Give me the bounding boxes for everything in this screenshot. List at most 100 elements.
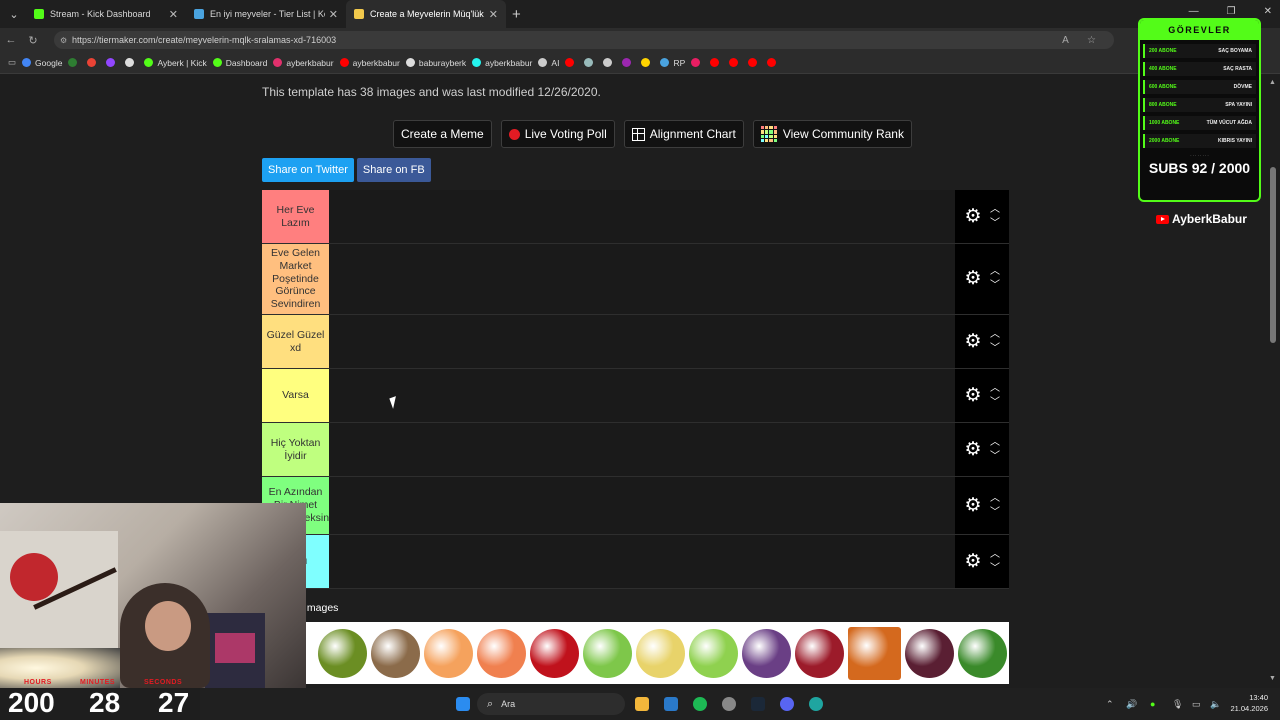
bookmark-item[interactable]: ayberkbabur — [273, 58, 334, 68]
scroll-down-icon[interactable]: ▼ — [1269, 675, 1276, 682]
community-rank-button[interactable]: View Community Rank — [752, 120, 912, 148]
display-icon[interactable]: ▭ — [1192, 699, 1201, 710]
clock[interactable]: 13:40 21.04.2026 — [1230, 692, 1268, 714]
close-icon[interactable]: ✕ — [329, 8, 338, 21]
tab-create-tier[interactable]: Create a Meyvelerin Müq'lük Sırala ✕ — [346, 0, 506, 28]
bookmark-item[interactable] — [729, 58, 742, 67]
bookmark-item[interactable]: Dashboard — [212, 58, 267, 68]
chevron-up-icon[interactable]: ︿ — [990, 437, 1000, 447]
chevron-down-icon[interactable]: ﹀ — [990, 218, 1000, 228]
fruit-image[interactable] — [905, 628, 954, 678]
bookmark-item[interactable] — [68, 58, 81, 67]
tier-drop-zone[interactable] — [329, 190, 955, 243]
bookmark-item[interactable] — [767, 58, 780, 67]
bookmark-item[interactable] — [87, 58, 100, 67]
chevron-down-icon[interactable]: ﹀ — [990, 563, 1000, 573]
bookmark-item[interactable] — [710, 58, 723, 67]
tier-drop-zone[interactable] — [329, 315, 955, 368]
fruit-image[interactable] — [477, 628, 526, 678]
edge-icon[interactable] — [809, 697, 823, 711]
tier-drop-zone[interactable] — [329, 423, 955, 476]
chevron-up-icon[interactable]: ︿ — [990, 383, 1000, 393]
tier-label[interactable]: Varsa — [262, 369, 329, 422]
tier-label[interactable]: Eve Gelen Market Poşetinde Görünce Sevin… — [262, 244, 329, 314]
close-window-icon[interactable]: ✕ — [1264, 6, 1272, 17]
scroll-thumb[interactable] — [1270, 167, 1276, 343]
obs-icon[interactable] — [722, 697, 736, 711]
gear-icon[interactable]: ⚙ — [964, 440, 982, 459]
tab-search-button[interactable]: ⌄ — [2, 4, 26, 24]
gear-icon[interactable]: ⚙ — [964, 332, 982, 351]
bookmark-item[interactable]: AI — [538, 58, 559, 68]
windows-start-icon[interactable] — [456, 697, 470, 711]
fruit-image[interactable] — [371, 628, 420, 678]
bookmark-item[interactable]: baburayberk — [405, 58, 466, 68]
share-twitter-button[interactable]: Share on Twitter — [262, 158, 354, 182]
fruit-image[interactable] — [742, 628, 791, 678]
scroll-up-icon[interactable]: ▲ — [1269, 79, 1276, 86]
tier-label[interactable]: Her Eve Lazım — [262, 190, 329, 243]
tier-label[interactable]: Güzel Güzel xd — [262, 315, 329, 368]
bookmark-item[interactable] — [691, 58, 704, 67]
bookmark-item[interactable] — [641, 58, 654, 67]
page-scrollbar[interactable]: ▲ ▼ — [1266, 75, 1280, 687]
bookmark-item[interactable] — [125, 58, 138, 67]
alignment-chart-button[interactable]: Alignment Chart — [623, 120, 744, 148]
chevron-up-icon[interactable]: ︿ — [990, 204, 1000, 214]
close-icon[interactable]: ✕ — [489, 8, 498, 21]
fruit-image[interactable] — [424, 628, 473, 678]
chevron-up-icon[interactable]: ︿ — [990, 493, 1000, 503]
gear-icon[interactable]: ⚙ — [964, 386, 982, 405]
discord-icon[interactable] — [780, 697, 794, 711]
fruit-image[interactable] — [318, 628, 367, 678]
bookmark-item[interactable]: Ayberk | Kick — [144, 58, 207, 68]
chevron-up-icon[interactable]: ︿ — [990, 329, 1000, 339]
create-meme-button[interactable]: Create a Meme — [393, 120, 492, 148]
fruit-image[interactable] — [689, 628, 738, 678]
taskbar-search[interactable]: ⌕ Ara — [477, 693, 625, 715]
file-explorer-icon[interactable] — [635, 697, 649, 711]
fruit-image[interactable] — [848, 626, 901, 680]
bookmark-item[interactable]: RP — [660, 58, 685, 68]
photos-icon[interactable] — [664, 697, 678, 711]
bookmark-item[interactable]: ayberkbabur — [339, 58, 400, 68]
spotify-icon[interactable] — [693, 697, 707, 711]
bookmark-item[interactable] — [565, 58, 578, 67]
minimize-icon[interactable]: — — [1189, 6, 1199, 17]
live-voting-poll-button[interactable]: Live Voting Poll — [500, 120, 615, 148]
address-actions-icon[interactable]: A ☆ — [1062, 35, 1104, 46]
fruit-image[interactable] — [583, 628, 632, 678]
gear-icon[interactable]: ⚙ — [964, 552, 982, 571]
tab-tier-list[interactable]: En iyi meyveler - Tier List | Kör Sıra ✕ — [186, 0, 346, 28]
tier-drop-zone[interactable] — [329, 244, 955, 314]
fruit-image[interactable] — [530, 628, 579, 678]
site-info-icon[interactable]: ⚙ — [60, 36, 67, 45]
fruit-image[interactable] — [958, 628, 1007, 678]
bookmarks-menu-icon[interactable]: ▭ — [8, 57, 16, 68]
chevron-down-icon[interactable]: ﹀ — [990, 281, 1000, 291]
tier-drop-zone[interactable] — [329, 535, 955, 588]
speaker-icon[interactable]: 🔈 — [1210, 699, 1221, 710]
reload-icon[interactable]: ↻ — [22, 34, 44, 47]
fruit-image[interactable] — [636, 628, 685, 678]
gear-icon[interactable]: ⚙ — [964, 207, 982, 226]
tray-chevron-icon[interactable]: ⌃ — [1106, 699, 1114, 710]
chevron-down-icon[interactable]: ﹀ — [990, 507, 1000, 517]
chevron-up-icon[interactable]: ︿ — [990, 549, 1000, 559]
chevron-down-icon[interactable]: ﹀ — [990, 451, 1000, 461]
tier-drop-zone[interactable] — [329, 477, 955, 534]
maximize-icon[interactable]: ❐ — [1227, 6, 1236, 17]
tab-stream-dashboard[interactable]: Stream - Kick Dashboard ✕ — [26, 0, 186, 28]
bookmark-item[interactable]: ayberkbabur — [472, 58, 532, 68]
gear-icon[interactable]: ⚙ — [964, 269, 982, 288]
share-fb-button[interactable]: Share on FB — [356, 158, 431, 182]
bookmark-item[interactable] — [622, 58, 635, 67]
bookmark-item[interactable] — [603, 58, 616, 67]
chevron-down-icon[interactable]: ﹀ — [990, 397, 1000, 407]
tier-drop-zone[interactable] — [329, 369, 955, 422]
gear-icon[interactable]: ⚙ — [964, 496, 982, 515]
bookmark-item[interactable] — [748, 58, 761, 67]
close-icon[interactable]: ✕ — [169, 8, 178, 21]
status-dot-icon[interactable]: ● — [1150, 699, 1155, 709]
bookmark-item[interactable]: Google — [22, 58, 62, 68]
